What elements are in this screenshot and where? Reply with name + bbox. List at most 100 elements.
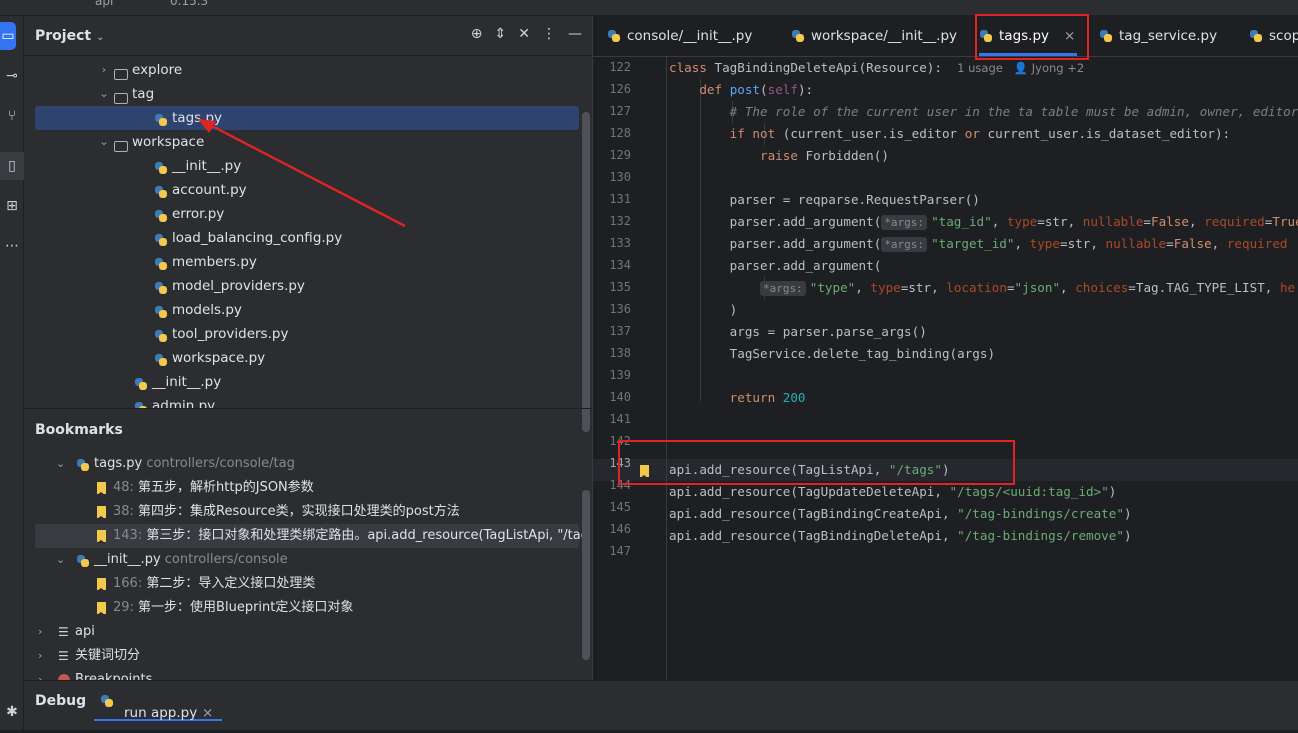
version-label[interactable]: 0.15.3 bbox=[170, 0, 208, 8]
chevron-down-icon[interactable]: ⌄ bbox=[98, 130, 110, 154]
tree-item-label: tool_providers.py bbox=[172, 326, 289, 342]
chevron-down-icon[interactable]: ⌄ bbox=[98, 82, 110, 106]
python-file-icon bbox=[1099, 29, 1113, 43]
tree-item-account-py[interactable]: account.py bbox=[24, 178, 580, 202]
run-app-tab[interactable]: run app.py × bbox=[94, 681, 222, 721]
bookmark-item[interactable]: 48: 第五步，解析http的JSON参数 bbox=[24, 476, 580, 500]
tree-item-admin-py[interactable]: admin.py bbox=[24, 394, 580, 408]
line-number[interactable]: 138 bbox=[593, 346, 631, 360]
python-file-icon bbox=[154, 279, 168, 294]
line-number[interactable]: 139 bbox=[593, 368, 631, 382]
breakpoints-group[interactable]: › Breakpoints bbox=[24, 668, 580, 680]
debug-icon[interactable]: ✱ bbox=[0, 698, 24, 726]
line-number[interactable]: 141 bbox=[593, 412, 631, 426]
commit-icon[interactable]: ⊸ bbox=[0, 62, 24, 90]
line-number[interactable]: 134 bbox=[593, 258, 631, 272]
tree-item-error-py[interactable]: error.py bbox=[24, 202, 580, 226]
tree-item-label: workspace.py bbox=[172, 350, 266, 366]
folder-icon bbox=[114, 87, 128, 104]
bookmark-item[interactable]: 143: 第三步：接口对象和处理类绑定路由。api.add_resource(T… bbox=[35, 524, 584, 548]
line-number[interactable]: 147 bbox=[593, 544, 631, 558]
bookmarks-scrollbar[interactable] bbox=[582, 490, 590, 660]
line-number[interactable]: 137 bbox=[593, 324, 631, 338]
tree-item-tags-py[interactable]: tags.py bbox=[35, 106, 579, 130]
project-title[interactable]: Project ⌄ bbox=[35, 28, 104, 44]
line-number-gutter: 122 126 127 128 129 130 131 132 133 134 135 136 137 1… bbox=[593, 57, 667, 680]
tree-item-model-providers-py[interactable]: model_providers.py bbox=[24, 274, 580, 298]
chevron-right-icon[interactable]: › bbox=[38, 668, 42, 680]
close-debug-tab-icon[interactable]: × bbox=[202, 693, 213, 733]
chevron-down-icon[interactable]: ⌄ bbox=[56, 452, 65, 476]
line-number[interactable]: 135 bbox=[593, 280, 631, 294]
tree-item-tag[interactable]: ⌄ tag bbox=[24, 82, 580, 106]
expand-all-icon[interactable]: ⇕ bbox=[495, 26, 507, 42]
bookmark-item[interactable]: 29: 第一步：使用Blueprint定义接口对象 bbox=[24, 596, 580, 620]
line-number[interactable]: 145 bbox=[593, 500, 631, 514]
line-number[interactable]: 136 bbox=[593, 302, 631, 316]
project-icon[interactable]: ▭ bbox=[0, 22, 16, 50]
line-number[interactable]: 129 bbox=[593, 148, 631, 162]
locate-icon[interactable]: ⊕ bbox=[471, 26, 483, 42]
line-number[interactable]: 127 bbox=[593, 104, 631, 118]
code-area[interactable]: class TagBindingDeleteApi(Resource): 1 u… bbox=[669, 57, 1298, 680]
line-number[interactable]: 122 bbox=[593, 60, 631, 74]
tree-item-label: load_balancing_config.py bbox=[172, 230, 343, 246]
hide-icon[interactable]: — bbox=[568, 26, 582, 42]
tree-item--init-py[interactable]: __init__.py bbox=[24, 154, 580, 178]
line-number[interactable]: 146 bbox=[593, 522, 631, 536]
tree-item-tool-providers-py[interactable]: tool_providers.py bbox=[24, 322, 580, 346]
code-line-131: parser = reqparse.RequestParser() bbox=[669, 192, 980, 207]
bookmark-flag-icon bbox=[97, 482, 106, 495]
chevron-right-icon[interactable]: › bbox=[38, 620, 42, 644]
usage-count[interactable]: 1 usage bbox=[957, 61, 1003, 75]
tree-scrollbar[interactable] bbox=[582, 112, 590, 432]
bookmark-text: 166: 第二步：导入定义接口处理类 bbox=[113, 576, 316, 591]
tree-item-workspace[interactable]: ⌄ workspace bbox=[24, 130, 580, 154]
pull-requests-icon[interactable]: ⑂ bbox=[0, 102, 24, 130]
bookmark-file-group[interactable]: ⌄ __init__.py controllers/console bbox=[24, 548, 580, 572]
line-number[interactable]: 132 bbox=[593, 214, 631, 228]
bookmark-list-7[interactable]: › ☰ api bbox=[24, 620, 580, 644]
project-name[interactable]: api bbox=[95, 0, 113, 8]
bookmark-list-8[interactable]: › ☰ 关键词切分 bbox=[24, 644, 580, 668]
python-file-icon bbox=[154, 111, 168, 126]
more-icon[interactable]: ⋯ bbox=[0, 232, 24, 260]
tree-item-workspace-py[interactable]: workspace.py bbox=[24, 346, 580, 370]
tree-item--init-py[interactable]: __init__.py bbox=[24, 370, 580, 394]
tree-item-label: explore bbox=[132, 62, 183, 78]
code-line-146: api.add_resource(TagBindingDeleteApi, "/… bbox=[669, 528, 1132, 543]
bookmark-list-icon: ☰ bbox=[58, 625, 69, 639]
line-number[interactable]: 131 bbox=[593, 192, 631, 206]
line-number[interactable]: 140 bbox=[593, 390, 631, 404]
bookmark-flag-icon bbox=[97, 602, 106, 615]
author-name[interactable]: Jyong +2 bbox=[1032, 61, 1084, 75]
line-number[interactable]: 126 bbox=[593, 82, 631, 96]
chevron-right-icon[interactable]: › bbox=[38, 644, 42, 668]
chevron-right-icon[interactable]: › bbox=[98, 58, 110, 82]
bookmark-file-group[interactable]: ⌄ tags.py controllers/console/tag bbox=[24, 452, 580, 476]
project-tree: › explore ⌄ tag tags.py ⌄ workspace __init__.py… bbox=[24, 56, 584, 408]
structure-icon[interactable]: ⊞ bbox=[0, 192, 24, 220]
tree-item-explore[interactable]: › explore bbox=[24, 58, 580, 82]
tree-item-members-py[interactable]: members.py bbox=[24, 250, 580, 274]
tree-item-label: model_providers.py bbox=[172, 278, 305, 294]
options-icon[interactable]: ⋮ bbox=[542, 26, 556, 42]
collapse-all-icon[interactable]: ✕ bbox=[518, 26, 530, 42]
python-file-icon bbox=[134, 375, 148, 390]
tree-item-load-balancing-config-py[interactable]: load_balancing_config.py bbox=[24, 226, 580, 250]
python-file-icon bbox=[607, 29, 621, 43]
bookmark-item[interactable]: 166: 第二步：导入定义接口处理类 bbox=[24, 572, 580, 596]
debug-panel: Debug run app.py × bbox=[24, 680, 1298, 730]
tree-item-label: __init__.py bbox=[172, 158, 242, 174]
bookmark-file-name: tags.py controllers/console/tag bbox=[94, 456, 295, 471]
python-file-icon bbox=[154, 303, 168, 318]
line-number[interactable]: 130 bbox=[593, 170, 631, 184]
chevron-down-icon[interactable]: ⌄ bbox=[56, 548, 65, 572]
line-number[interactable]: 128 bbox=[593, 126, 631, 140]
tree-item-models-py[interactable]: models.py bbox=[24, 298, 580, 322]
line-number[interactable]: 133 bbox=[593, 236, 631, 250]
bookmarks-icon[interactable]: ▯ bbox=[0, 152, 24, 180]
code-highlight-box bbox=[618, 440, 1015, 485]
folder-icon bbox=[114, 63, 128, 80]
bookmark-item[interactable]: 38: 第四步：集成Resource类，实现接口处理类的post方法 bbox=[24, 500, 580, 524]
